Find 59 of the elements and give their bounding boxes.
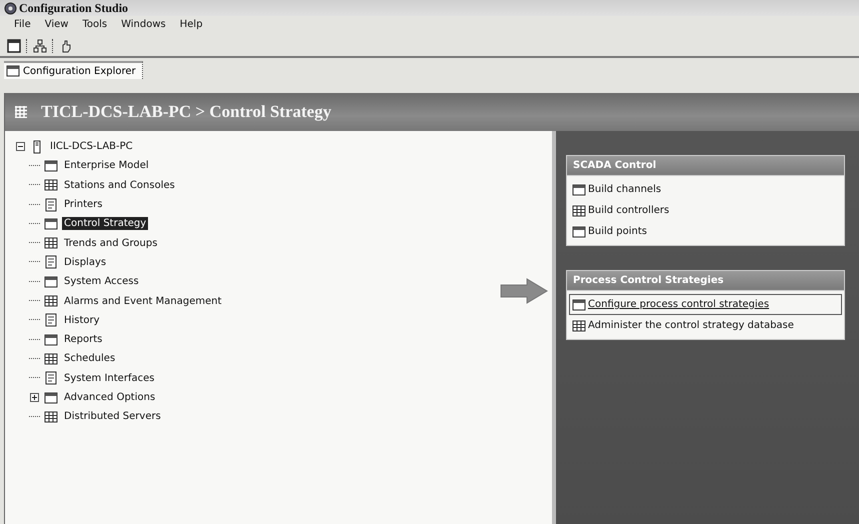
app-icon bbox=[4, 2, 17, 14]
page-icon bbox=[44, 313, 58, 328]
tree-item[interactable]: IICL-DCS-LAB-PC bbox=[48, 140, 135, 154]
window-icon bbox=[6, 64, 20, 78]
tree-item[interactable]: System Interfaces bbox=[62, 372, 156, 385]
window-icon bbox=[7, 39, 21, 53]
tree-item[interactable]: History bbox=[62, 314, 102, 327]
page-icon bbox=[44, 255, 58, 270]
pointer-arrow bbox=[500, 278, 548, 304]
page-icon bbox=[44, 198, 58, 212]
tree-item[interactable]: Displays bbox=[62, 256, 108, 269]
tree-item[interactable]: Control Strategy bbox=[62, 217, 148, 230]
menu-item[interactable]: Windows bbox=[121, 19, 166, 33]
grid-icon bbox=[572, 204, 586, 218]
menu-item[interactable]: Tools bbox=[82, 19, 108, 33]
grid-icon bbox=[15, 106, 27, 118]
tree-item[interactable]: Alarms and Event Management bbox=[62, 294, 224, 308]
tree-item[interactable]: Schedules bbox=[62, 352, 118, 366]
window-icon bbox=[44, 390, 58, 404]
window-icon bbox=[572, 182, 586, 196]
panel-header: Process Control Strategies bbox=[566, 270, 845, 290]
network-icon bbox=[33, 39, 47, 53]
header-title: TICL-DCS-LAB-PC > Control Strategy bbox=[41, 102, 332, 122]
tree-item[interactable]: Stations and Consoles bbox=[62, 178, 177, 192]
menu-item[interactable]: Help bbox=[180, 19, 203, 33]
tree-item[interactable]: Trends and Groups bbox=[62, 236, 160, 250]
menu-item[interactable]: File bbox=[14, 19, 31, 33]
task-link[interactable]: Build channels bbox=[569, 179, 842, 200]
toolbar-button[interactable] bbox=[32, 38, 48, 54]
grid-icon bbox=[572, 318, 586, 332]
tree-item[interactable]: Advanced Options bbox=[62, 391, 158, 404]
page-icon bbox=[44, 371, 58, 386]
tree-item[interactable]: Printers bbox=[62, 198, 104, 212]
grid-icon bbox=[44, 352, 58, 366]
grid-icon bbox=[44, 236, 58, 250]
window-icon bbox=[572, 298, 586, 312]
expand-toggle[interactable] bbox=[29, 393, 40, 402]
window-icon bbox=[44, 158, 58, 173]
tree-item[interactable]: Enterprise Model bbox=[62, 159, 151, 172]
window-title: Configuration Studio bbox=[19, 0, 128, 16]
task-link[interactable]: Administer the control strategy database bbox=[569, 315, 842, 336]
tree-item[interactable]: Reports bbox=[62, 333, 104, 346]
collapse-toggle[interactable] bbox=[15, 142, 26, 152]
task-link[interactable]: Build controllers bbox=[569, 200, 842, 221]
grid-icon bbox=[44, 178, 58, 192]
tree-item[interactable]: Distributed Servers bbox=[62, 410, 163, 424]
window-icon bbox=[44, 274, 58, 289]
tab[interactable]: Configuration Explorer bbox=[4, 61, 143, 79]
window-icon bbox=[572, 224, 586, 238]
window-icon bbox=[44, 332, 58, 347]
task-link[interactable]: Build points bbox=[569, 221, 842, 242]
panel-header: SCADA Control bbox=[566, 155, 845, 175]
toolbar-button[interactable] bbox=[6, 38, 22, 54]
grid-icon bbox=[44, 294, 58, 308]
tree-item[interactable]: System Access bbox=[62, 275, 141, 288]
window-icon bbox=[44, 216, 58, 231]
task-link[interactable]: Configure process control strategies bbox=[569, 294, 842, 315]
grid-icon bbox=[44, 410, 58, 424]
menu-item[interactable]: View bbox=[44, 19, 68, 33]
